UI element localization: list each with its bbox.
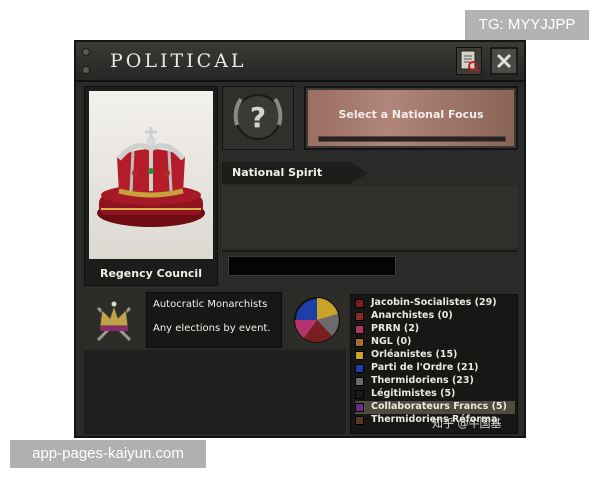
watermark-cn: 知乎 @牛国基 bbox=[432, 417, 502, 430]
party-emblem[interactable] bbox=[84, 292, 144, 348]
party-color-swatch bbox=[355, 364, 364, 373]
political-panel: POLITICAL Regency Council ? Select a Nat… bbox=[74, 40, 526, 438]
leader-portrait[interactable] bbox=[89, 91, 213, 259]
close-button[interactable] bbox=[490, 47, 518, 75]
party-color-swatch bbox=[355, 390, 364, 399]
bolt-icon bbox=[82, 48, 90, 56]
national-spirit-label: National Spirit bbox=[232, 166, 323, 179]
national-spirit-area bbox=[222, 186, 518, 248]
party-row[interactable]: Jacobin-Socialistes (29) bbox=[355, 297, 515, 310]
title-bar: POLITICAL bbox=[76, 42, 524, 82]
close-icon bbox=[496, 53, 512, 69]
watermark-top: TG: MYYJJPP bbox=[465, 10, 589, 40]
party-label: Parti de l'Ordre (21) bbox=[371, 362, 479, 373]
ideology-button[interactable]: ? bbox=[222, 86, 294, 150]
party-color-swatch bbox=[355, 416, 364, 425]
party-label: PRRN (2) bbox=[371, 323, 420, 334]
pie-chart-icon bbox=[294, 297, 340, 343]
status-bar bbox=[228, 256, 396, 276]
leader-frame: Regency Council bbox=[84, 86, 218, 286]
empty-region bbox=[84, 350, 346, 434]
national-focus-label: Select a National Focus bbox=[338, 108, 484, 121]
party-color-swatch bbox=[355, 325, 364, 334]
party-row[interactable]: Thermidoriens (23) bbox=[355, 375, 515, 388]
svg-text:?: ? bbox=[250, 101, 266, 134]
crown-emblem-icon bbox=[96, 301, 132, 342]
party-label: Collaborateurs Francs (5) bbox=[371, 401, 507, 412]
election-info: Any elections by event. bbox=[153, 323, 271, 334]
party-label: NGL (0) bbox=[371, 336, 412, 347]
national-focus-button[interactable]: Select a National Focus bbox=[304, 86, 518, 150]
ledger-button[interactable] bbox=[456, 47, 482, 75]
party-label: Jacobin-Socialistes (29) bbox=[371, 297, 497, 308]
party-label: Anarchistes (0) bbox=[371, 310, 453, 321]
ruling-party-info: Autocratic Monarchists Any elections by … bbox=[146, 292, 282, 348]
leader-name: Regency Council bbox=[100, 267, 202, 280]
party-color-swatch bbox=[355, 377, 364, 386]
party-label: Orléanistes (15) bbox=[371, 349, 458, 360]
ledger-icon bbox=[460, 50, 480, 73]
party-row[interactable]: Anarchistes (0) bbox=[355, 310, 515, 323]
party-color-swatch bbox=[355, 403, 364, 412]
party-row[interactable]: Légitimistes (5) bbox=[355, 388, 515, 401]
party-label: Légitimistes (5) bbox=[371, 388, 456, 399]
party-color-swatch bbox=[355, 351, 364, 360]
national-spirit-header: National Spirit bbox=[222, 162, 368, 184]
party-row[interactable]: Orléanistes (15) bbox=[355, 349, 515, 362]
crown-icon bbox=[97, 127, 205, 227]
party-popularity-pie[interactable] bbox=[286, 292, 348, 348]
party-row[interactable]: Collaborateurs Francs (5) bbox=[355, 401, 515, 414]
divider bbox=[222, 250, 518, 252]
party-row[interactable]: Parti de l'Ordre (21) bbox=[355, 362, 515, 375]
party-label: Thermidoriens (23) bbox=[371, 375, 474, 386]
focus-progress-bar bbox=[318, 136, 506, 142]
window-title: POLITICAL bbox=[110, 50, 247, 72]
question-mark-icon: ? bbox=[233, 94, 283, 140]
party-color-swatch bbox=[355, 338, 364, 347]
party-row[interactable]: NGL (0) bbox=[355, 336, 515, 349]
bolt-icon bbox=[82, 66, 90, 74]
party-color-swatch bbox=[355, 299, 364, 308]
watermark-bottom: app-pages-kaiyun.com bbox=[10, 440, 206, 468]
party-color-swatch bbox=[355, 312, 364, 321]
party-row[interactable]: PRRN (2) bbox=[355, 323, 515, 336]
party-list: Jacobin-Socialistes (29) Anarchistes (0)… bbox=[350, 294, 518, 434]
ruling-party-name: Autocratic Monarchists bbox=[153, 299, 268, 310]
